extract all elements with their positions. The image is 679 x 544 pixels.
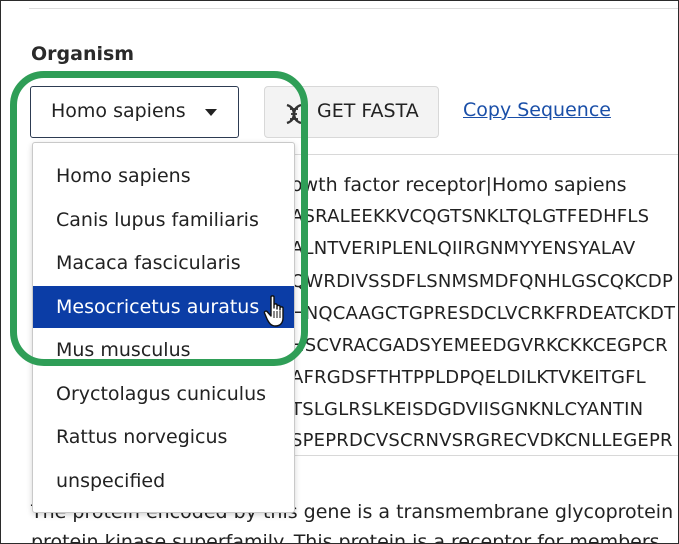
dropdown-option-mus-musculus[interactable]: Mus musculus (33, 329, 294, 371)
dropdown-option-rattus-norvegicus[interactable]: Rattus norvegicus (33, 416, 294, 458)
chevron-down-icon (205, 109, 217, 116)
dropdown-option-homo-sapiens[interactable]: Homo sapiens (33, 155, 294, 197)
dropdown-option-unspecified[interactable]: unspecified (33, 460, 294, 502)
app-window: Organism Homo sapiens GET FASTA Copy Seq… (0, 0, 679, 544)
dropdown-option-oryctolagus-cuniculus[interactable]: Oryctolagus cuniculus (33, 373, 294, 415)
gene-description-line: protein kinase superfamily. This protein… (31, 531, 660, 544)
dropdown-option-mesocricetus-auratus[interactable]: Mesocricetus auratus (33, 286, 294, 328)
sequence-line: HSCVRACGADSYEMEEDGVRKCKKCEGPCR (291, 335, 668, 356)
hand-pointer-cursor-icon (263, 295, 284, 327)
sequence-line: TSLGLRSLKEISDGDVIISGNKNLCYANTIN (291, 399, 644, 420)
organism-select[interactable]: Homo sapiens (30, 86, 239, 138)
dna-icon (286, 103, 302, 125)
copy-sequence-link[interactable]: Copy Sequence (463, 99, 611, 121)
sequence-line: QWRDIVSSDFLSNMSMDFQNHLGSCQKCDP (291, 271, 674, 292)
get-fasta-label: GET FASTA (317, 100, 419, 122)
sequence-line: HNQCAAGCTGPRESDCLVCRKFRDEATCKDT (291, 303, 676, 324)
divider (29, 8, 678, 9)
sequence-line: ALNTVERIPLENLQIIRGNMYYENSYALAV (291, 238, 636, 259)
dropdown-option-canis-lupus-familiaris[interactable]: Canis lupus familiaris (33, 199, 294, 241)
sequence-header: owth factor receptor|Homo sapiens (291, 174, 627, 196)
organism-select-value: Homo sapiens (51, 100, 186, 122)
sequence-line: ASRALEEKKVCQGTSNKLTQLGTFEDHFLS (291, 206, 650, 227)
dropdown-option-macaca-fascicularis[interactable]: Macaca fascicularis (33, 242, 294, 284)
sequence-line: AFRGDSFTHTPPLDPQELDILKTVKEITGFL (291, 367, 646, 388)
organism-dropdown-list: Homo sapiens Canis lupus familiaris Maca… (32, 142, 295, 513)
sequence-line: SPEPRDCVSCRNVSRGRECVDKCNLLEGEPR (291, 430, 673, 451)
organism-label: Organism (31, 43, 135, 65)
get-fasta-button[interactable]: GET FASTA (264, 86, 439, 138)
